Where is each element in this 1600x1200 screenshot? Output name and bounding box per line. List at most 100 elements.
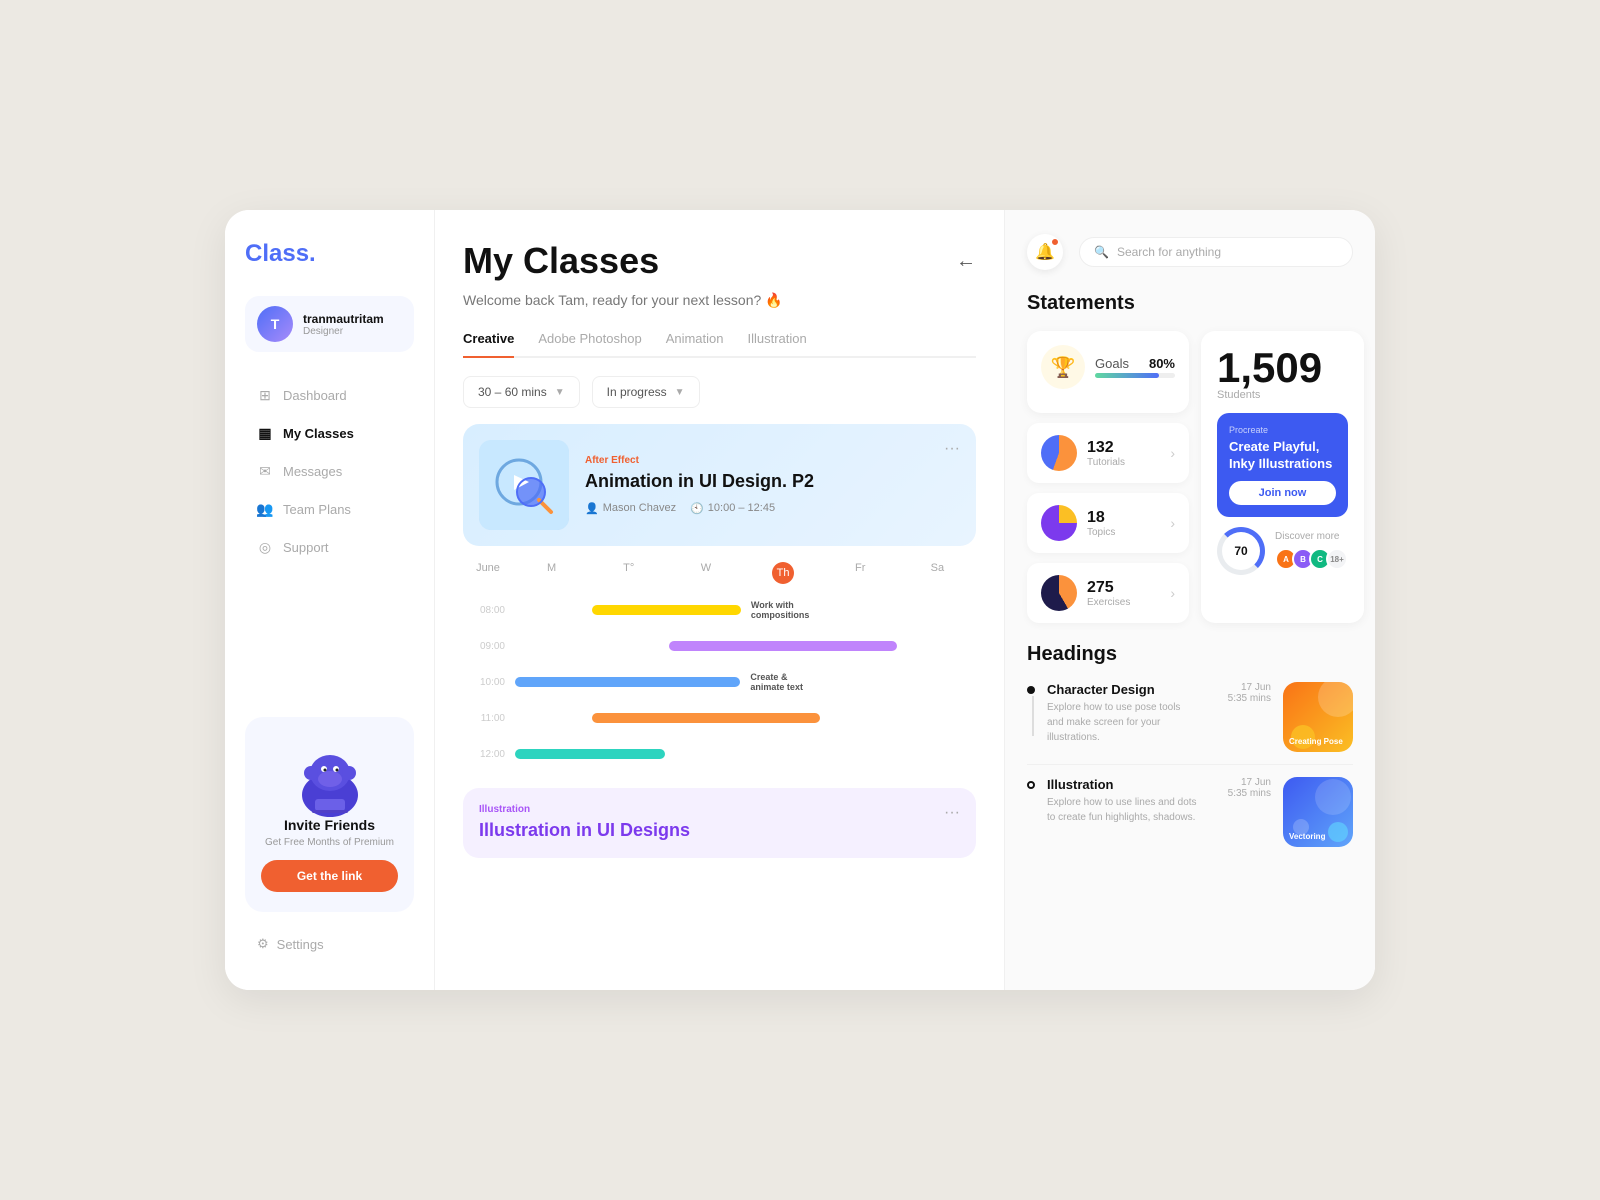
sidebar-item-support[interactable]: ◎ Support bbox=[245, 530, 414, 564]
tab-creative[interactable]: Creative bbox=[463, 331, 514, 358]
sidebar-item-team-plans[interactable]: 👥 Team Plans bbox=[245, 492, 414, 526]
search-placeholder: Search for anything bbox=[1117, 245, 1221, 259]
invite-subtitle: Get Free Months of Premium bbox=[261, 837, 398, 848]
notification-button[interactable]: 🔔 bbox=[1027, 234, 1063, 270]
month-label: June bbox=[463, 562, 513, 584]
heading-text-2: Illustration Explore how to use lines an… bbox=[1047, 777, 1199, 825]
sidebar-item-settings[interactable]: ⚙ Settings bbox=[245, 928, 414, 960]
user-card[interactable]: T tranmautritam Designer bbox=[245, 296, 414, 352]
heading-name-2: Illustration bbox=[1047, 777, 1199, 792]
invite-card: Invite Friends Get Free Months of Premiu… bbox=[245, 717, 414, 912]
instructor-icon: 👤 bbox=[585, 502, 599, 515]
search-icon: 🔍 bbox=[1094, 245, 1109, 259]
duration-value: 30 – 60 mins bbox=[478, 385, 547, 399]
promo-brand: Procreate bbox=[1229, 425, 1336, 435]
goals-header: 🏆 Goals 80% bbox=[1041, 345, 1175, 389]
more-button-2[interactable]: ··· bbox=[944, 804, 960, 822]
stat-topics[interactable]: 18 Topics › bbox=[1027, 493, 1189, 553]
discover-text: Discover more bbox=[1275, 531, 1348, 542]
promo-card: Procreate Create Playful, Inky Illustrat… bbox=[1217, 413, 1348, 517]
sidebar-item-messages[interactable]: ✉ Messages bbox=[245, 454, 414, 488]
stats-right: 1,509 Students Procreate Create Playful,… bbox=[1201, 331, 1364, 623]
back-button[interactable]: ← bbox=[956, 250, 976, 273]
class-thumbnail-1 bbox=[479, 440, 569, 530]
donut-row: 70 Discover more A B C 18+ bbox=[1217, 527, 1348, 575]
avatar: T bbox=[257, 306, 293, 342]
event-bar-orange bbox=[592, 713, 820, 723]
headings-title: Headings bbox=[1027, 643, 1353, 666]
get-link-button[interactable]: Get the link bbox=[261, 860, 398, 892]
event-bar-work bbox=[592, 605, 741, 615]
calendar-section: June M T° W Th Fr Sa 08:00 Work with com… bbox=[463, 562, 976, 772]
heading-dot-col-2 bbox=[1027, 777, 1035, 789]
class-name-1: Animation in UI Design. P2 bbox=[585, 470, 928, 493]
stat-tutorials[interactable]: 132 Tutorials › bbox=[1027, 423, 1189, 483]
stat-exercises[interactable]: 275 Exercises › bbox=[1027, 563, 1189, 623]
students-num: 1,509 bbox=[1217, 347, 1348, 389]
team-plans-icon: 👥 bbox=[257, 501, 273, 517]
nav-items: ⊞ Dashboard ▦ My Classes ✉ Messages 👥 Te… bbox=[245, 378, 414, 701]
more-button-1[interactable]: ··· bbox=[944, 440, 960, 458]
topics-icon bbox=[1041, 505, 1077, 541]
tab-animation[interactable]: Animation bbox=[666, 331, 724, 358]
vectoring-label: Vectoring bbox=[1289, 832, 1325, 841]
notification-dot bbox=[1051, 238, 1059, 246]
tab-illustration[interactable]: Illustration bbox=[748, 331, 807, 358]
class-tag-1: After Effect bbox=[585, 455, 928, 466]
chevron-down-icon: ▼ bbox=[555, 387, 565, 398]
sidebar-item-my-classes[interactable]: ▦ My Classes bbox=[245, 416, 414, 450]
heading-row-1[interactable]: Character Design Explore how to use pose… bbox=[1027, 682, 1353, 765]
class-card-1[interactable]: After Effect Animation in UI Design. P2 … bbox=[463, 424, 976, 546]
goals-percent: 80% bbox=[1149, 356, 1175, 371]
today-badge: Th bbox=[772, 562, 794, 584]
nav-label-dashboard: Dashboard bbox=[283, 388, 347, 403]
nav-label-messages: Messages bbox=[283, 464, 342, 479]
progress-bar-bg bbox=[1095, 373, 1175, 378]
top-bar: 🔔 🔍 Search for anything bbox=[1027, 234, 1353, 270]
exercises-sub: Exercises bbox=[1087, 597, 1130, 608]
class-tag-2: Illustration bbox=[479, 804, 690, 815]
filters: 30 – 60 mins ▼ In progress ▼ bbox=[463, 376, 976, 408]
tutorials-sub: Tutorials bbox=[1087, 457, 1125, 468]
heading-date-1: 17 Jun bbox=[1211, 682, 1271, 693]
status-filter[interactable]: In progress ▼ bbox=[592, 376, 700, 408]
heading-duration-2: 5:35 mins bbox=[1211, 788, 1271, 799]
chevron-down-icon-2: ▼ bbox=[675, 387, 685, 398]
user-role: Designer bbox=[303, 326, 384, 337]
time-row-0800: 08:00 Work with compositions bbox=[463, 592, 976, 628]
status-value: In progress bbox=[607, 385, 667, 399]
students-label: Students bbox=[1217, 389, 1348, 401]
heading-dot-2 bbox=[1027, 781, 1035, 789]
class-time: 10:00 – 12:45 bbox=[708, 502, 775, 514]
heading-meta-1: 17 Jun 5:35 mins bbox=[1211, 682, 1271, 704]
time-1200: 12:00 bbox=[463, 749, 513, 760]
class-card-2[interactable]: Illustration Illustration in UI Designs … bbox=[463, 788, 976, 858]
statements-grid: 🏆 Goals 80% bbox=[1027, 331, 1353, 623]
heading-thumb-2: Vectoring bbox=[1283, 777, 1353, 847]
support-icon: ◎ bbox=[257, 539, 273, 555]
event-bar-create bbox=[515, 677, 740, 687]
time-row-1000: 10:00 Create & animate text bbox=[463, 664, 976, 700]
dashboard-icon: ⊞ bbox=[257, 387, 273, 403]
logo: Class. bbox=[245, 240, 414, 268]
exercises-icon bbox=[1041, 575, 1077, 611]
heading-text-1: Character Design Explore how to use pose… bbox=[1047, 682, 1199, 745]
stats-left: 🏆 Goals 80% bbox=[1027, 331, 1189, 623]
heading-thumb-1: Creating Pose bbox=[1283, 682, 1353, 752]
nav-label-my-classes: My Classes bbox=[283, 426, 354, 441]
event-label-work: Work with compositions bbox=[747, 600, 822, 620]
search-box[interactable]: 🔍 Search for anything bbox=[1079, 237, 1353, 267]
class-meta-1: 👤 Mason Chavez 🕙 10:00 – 12:45 bbox=[585, 502, 928, 515]
duration-filter[interactable]: 30 – 60 mins ▼ bbox=[463, 376, 580, 408]
nav-label-support: Support bbox=[283, 540, 329, 555]
logo-dot: . bbox=[309, 240, 316, 267]
day-fri: Fr bbox=[822, 562, 899, 584]
join-button[interactable]: Join now bbox=[1229, 481, 1336, 505]
heading-dot-1 bbox=[1027, 686, 1035, 694]
tabs: Creative Adobe Photoshop Animation Illus… bbox=[463, 331, 976, 358]
heading-row-2[interactable]: Illustration Explore how to use lines an… bbox=[1027, 777, 1353, 859]
day-wed: W bbox=[667, 562, 744, 584]
tab-adobe-photoshop[interactable]: Adobe Photoshop bbox=[538, 331, 641, 358]
sidebar-item-dashboard[interactable]: ⊞ Dashboard bbox=[245, 378, 414, 412]
sidebar: Class. T tranmautritam Designer ⊞ Dashbo… bbox=[225, 210, 435, 990]
